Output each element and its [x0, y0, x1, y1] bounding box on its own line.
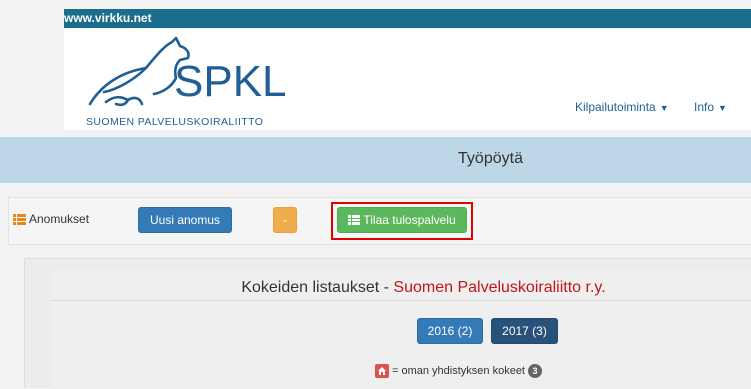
new-application-button[interactable]: Uusi anomus [138, 207, 232, 233]
legend: = oman yhdistyksen kokeet 3 [375, 364, 542, 378]
nav-competitions-label: Kilpailutoiminta [575, 100, 656, 114]
organization-name: Suomen Palveluskoiraliitto r.y. [393, 279, 606, 296]
table-icon [348, 215, 361, 225]
left-gutter [0, 0, 64, 130]
top-bar: www.virkku.net [64, 9, 751, 28]
year-2017-button[interactable]: 2017 (3) [491, 318, 558, 344]
order-results-label: Tilaa tulospalvelu [363, 213, 456, 227]
divider [51, 300, 751, 301]
logo-subtitle: SUOMEN PALVELUSKOIRALIITTO [86, 116, 264, 128]
order-results-button[interactable]: Tilaa tulospalvelu [337, 207, 467, 233]
listing-title: Kokeiden listaukset - Suomen Palveluskoi… [25, 279, 751, 297]
nav-info-label: Info [694, 100, 715, 114]
caret-down-icon: ▼ [718, 103, 727, 113]
listing-panel: Kokeiden listaukset - Suomen Palveluskoi… [24, 258, 751, 389]
orange-button[interactable]: - [273, 207, 297, 233]
listing-title-prefix: Kokeiden listaukset - [241, 279, 394, 296]
applications-link[interactable]: Anomukset [13, 212, 89, 226]
page-title-bar: Työpöytä [0, 137, 751, 183]
year-2016-button[interactable]: 2016 (2) [417, 318, 483, 344]
logo-text: SPKL [174, 57, 286, 106]
toolbar: Anomukset Uusi anomus - Tilaa tulospalve… [8, 197, 751, 245]
site-header: SPKL SUOMEN PALVELUSKOIRALIITTO Kilpailu… [64, 28, 751, 130]
caret-down-icon: ▼ [659, 103, 669, 113]
site-link[interactable]: www.virkku.net [64, 11, 152, 25]
nav-competitions[interactable]: Kilpailutoiminta ▼ [575, 100, 669, 114]
applications-label: Anomukset [29, 212, 90, 226]
spkl-logo[interactable]: SPKL SUOMEN PALVELUSKOIRALIITTO [76, 34, 287, 128]
dog-logo-icon: SPKL [88, 36, 287, 107]
count-badge: 3 [528, 364, 542, 378]
page-title: Työpöytä [458, 150, 523, 167]
list-icon [13, 213, 26, 225]
legend-text: = oman yhdistyksen kokeet [392, 365, 525, 377]
nav-info[interactable]: Info ▼ [694, 100, 727, 114]
home-icon [375, 364, 389, 378]
spacer [0, 130, 751, 137]
